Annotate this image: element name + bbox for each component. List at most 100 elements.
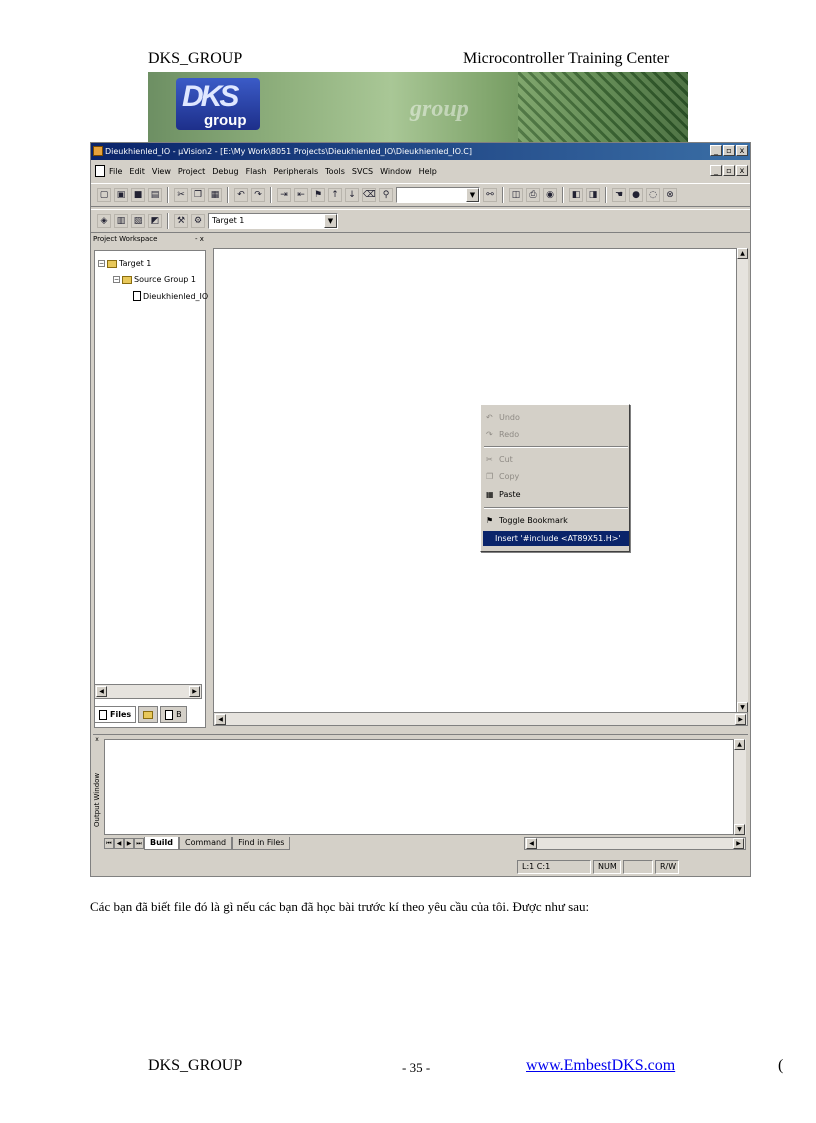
save-all-icon[interactable]: ▤: [148, 188, 162, 202]
menu-item-redo[interactable]: ↷ Redo: [483, 427, 629, 442]
redo-icon[interactable]: ↷: [251, 188, 265, 202]
build-target-icon[interactable]: ▥: [114, 214, 128, 228]
menu-flash[interactable]: Flash: [246, 167, 267, 176]
output-tabs: ⏮ ◀ ▶ ⏭ Build Command Find in Files: [104, 836, 291, 851]
bookmark-icon[interactable]: ⚑: [311, 188, 325, 202]
tree-item-source-group[interactable]: − Source Group 1: [113, 275, 196, 284]
tab-books[interactable]: B: [160, 706, 187, 723]
chevron-down-icon[interactable]: ▼: [466, 188, 479, 202]
menu-item-copy[interactable]: ❐ Copy: [483, 469, 629, 484]
workspace-close[interactable]: - x: [195, 235, 204, 243]
footer-link[interactable]: www.EmbestDKS.com: [526, 1057, 675, 1075]
open-folder-icon[interactable]: ▣: [114, 188, 128, 202]
source-browser-icon[interactable]: ◫: [509, 188, 523, 202]
tab-files[interactable]: Files: [94, 706, 137, 723]
tab-regs[interactable]: [138, 706, 159, 723]
last-tab-icon[interactable]: ⏭: [134, 838, 144, 849]
menu-tools[interactable]: Tools: [325, 167, 345, 176]
doc-minimize-button[interactable]: _: [710, 165, 722, 176]
menu-peripherals[interactable]: Peripherals: [274, 167, 319, 176]
minimize-button[interactable]: _: [710, 145, 722, 156]
prev-tab-icon[interactable]: ◀: [114, 838, 124, 849]
copy-icon[interactable]: ❐: [191, 188, 205, 202]
menu-help[interactable]: Help: [419, 167, 437, 176]
scroll-up-icon[interactable]: ▲: [734, 739, 745, 750]
translate-icon[interactable]: ◈: [97, 214, 111, 228]
folder-icon: [122, 275, 132, 284]
collapse-icon[interactable]: −: [113, 276, 120, 283]
kill-breakpoints-icon[interactable]: ⊗: [663, 188, 677, 202]
scroll-left-icon[interactable]: ◀: [215, 714, 226, 725]
scroll-right-icon[interactable]: ▶: [189, 686, 200, 697]
menu-project[interactable]: Project: [178, 167, 205, 176]
new-file-icon[interactable]: ▢: [97, 188, 111, 202]
prev-bookmark-icon[interactable]: ↑: [328, 188, 342, 202]
next-tab-icon[interactable]: ▶: [124, 838, 134, 849]
editor-vertical-scrollbar[interactable]: ▲ ▼: [736, 248, 748, 713]
tree-item-file[interactable]: Dieukhienled_IO: [133, 291, 208, 301]
restore-button[interactable]: ▫: [723, 145, 735, 156]
clear-bookmarks-icon[interactable]: ⌫: [362, 188, 376, 202]
find-combobox[interactable]: ▼: [396, 187, 480, 203]
menu-view[interactable]: View: [152, 167, 171, 176]
scroll-up-icon[interactable]: ▲: [737, 248, 748, 259]
toolbar-separator: [167, 213, 169, 229]
tab-build[interactable]: Build: [144, 837, 180, 850]
cut-icon[interactable]: ✂: [174, 188, 188, 202]
editor-horizontal-scrollbar[interactable]: ◀ ▶: [213, 712, 748, 726]
menu-file[interactable]: File: [109, 167, 122, 176]
menu-item-cut[interactable]: ✂ Cut: [483, 452, 629, 467]
debug-session-icon[interactable]: ◉: [543, 188, 557, 202]
stop-build-icon[interactable]: ◩: [148, 214, 162, 228]
tree-item-target[interactable]: − Target 1: [98, 259, 151, 268]
output-horizontal-scrollbar[interactable]: ◀ ▶: [524, 837, 746, 850]
target-select[interactable]: Target 1 ▼: [208, 213, 338, 229]
menu-item-toggle-bookmark[interactable]: ⚑ Toggle Bookmark: [483, 513, 629, 528]
print-icon[interactable]: ⎙: [526, 188, 540, 202]
load-flash-icon[interactable]: ⚒: [174, 214, 188, 228]
workspace-horizontal-scrollbar[interactable]: ◀ ▶: [94, 684, 202, 699]
indent-icon[interactable]: ⇥: [277, 188, 291, 202]
first-tab-icon[interactable]: ⏮: [104, 838, 114, 849]
save-icon[interactable]: ■: [131, 188, 145, 202]
undo-icon[interactable]: ↶: [234, 188, 248, 202]
doc-close-button[interactable]: x: [736, 165, 748, 176]
close-button[interactable]: x: [736, 145, 748, 156]
find-icon[interactable]: ⚯: [483, 188, 497, 202]
breakpoint-icon[interactable]: ●: [629, 188, 643, 202]
target-options-icon[interactable]: ⚙: [191, 214, 205, 228]
scroll-right-icon[interactable]: ▶: [735, 714, 746, 725]
scroll-left-icon[interactable]: ◀: [96, 686, 107, 697]
next-bookmark-icon[interactable]: ↓: [345, 188, 359, 202]
menu-item-undo[interactable]: ↶ Undo: [483, 410, 629, 425]
scroll-down-icon[interactable]: ▼: [734, 824, 745, 835]
tab-find-in-files[interactable]: Find in Files: [232, 837, 291, 850]
rebuild-all-icon[interactable]: ▧: [131, 214, 145, 228]
toolbar-separator: [270, 187, 272, 203]
menu-item-paste[interactable]: ▦ Paste: [483, 487, 629, 502]
build-toolbar: ◈ ▥ ▧ ◩ ⚒ ⚙ Target 1 ▼: [91, 209, 750, 233]
output-vertical-scrollbar[interactable]: ▲ ▼: [734, 739, 746, 835]
workspace-window-icon[interactable]: ◧: [569, 188, 583, 202]
disable-breakpoint-icon[interactable]: ◌: [646, 188, 660, 202]
tab-command[interactable]: Command: [179, 837, 233, 850]
doc-restore-button[interactable]: ▫: [723, 165, 735, 176]
find-in-files-icon[interactable]: ⚲: [379, 188, 393, 202]
menu-edit[interactable]: Edit: [129, 167, 145, 176]
output-window-icon[interactable]: ◨: [586, 188, 600, 202]
output-text-area[interactable]: [104, 739, 734, 835]
paste-icon[interactable]: ▦: [208, 188, 222, 202]
scroll-right-icon[interactable]: ▶: [733, 838, 744, 849]
scroll-left-icon[interactable]: ◀: [526, 838, 537, 849]
menu-item-insert-include[interactable]: Insert '#include <AT89X51.H>': [483, 531, 629, 546]
menu-svcs[interactable]: SVCS: [352, 167, 373, 176]
status-bar: L:1 C:1 NUM R/W: [91, 860, 750, 876]
menu-debug[interactable]: Debug: [212, 167, 238, 176]
unindent-icon[interactable]: ⇤: [294, 188, 308, 202]
collapse-icon[interactable]: −: [98, 260, 105, 267]
menu-window[interactable]: Window: [380, 167, 412, 176]
hand-icon[interactable]: ☚: [612, 188, 626, 202]
toolbar-separator: [605, 187, 607, 203]
chevron-down-icon[interactable]: ▼: [324, 214, 337, 228]
editor-pane[interactable]: ↶ Undo ↷ Redo ✂ Cut ❐ Copy ▦ Paste ⚑ Tog…: [213, 248, 738, 718]
